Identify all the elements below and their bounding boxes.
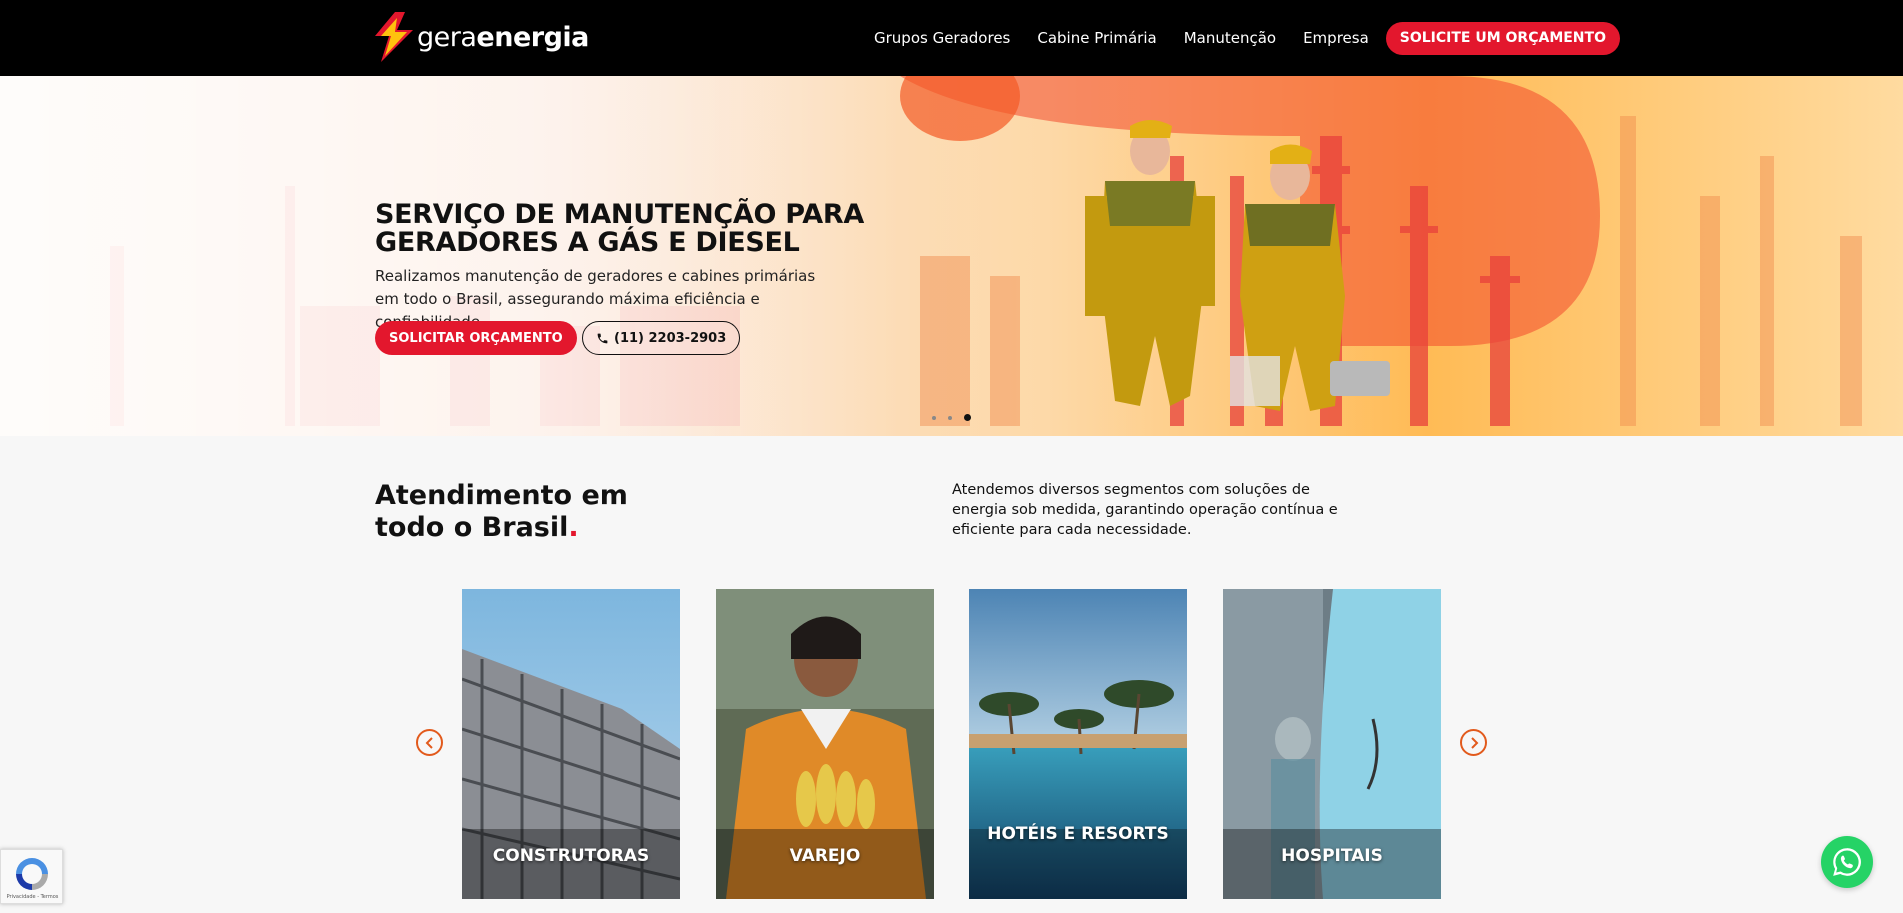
main-nav: Grupos Geradores Cabine Primária Manuten… bbox=[874, 0, 1620, 76]
whatsapp-icon bbox=[1833, 848, 1861, 876]
phone-number: (11) 2203-2903 bbox=[614, 330, 727, 346]
segment-card-hospitais[interactable]: HOSPITAIS bbox=[1223, 589, 1441, 899]
phone-button[interactable]: (11) 2203-2903 bbox=[582, 321, 741, 355]
carousel-prev-button[interactable] bbox=[416, 729, 443, 756]
whatsapp-button[interactable] bbox=[1821, 836, 1873, 888]
recaptcha-text[interactable]: Privacidade - Termos bbox=[1, 894, 64, 900]
nav-item-manutencao[interactable]: Manutenção bbox=[1184, 29, 1276, 47]
section-title-line1: Atendimento em bbox=[375, 480, 628, 511]
chevron-right-icon bbox=[1470, 736, 1478, 749]
resort-image bbox=[969, 589, 1187, 899]
phone-icon bbox=[597, 333, 608, 343]
nav-item-empresa[interactable]: Empresa bbox=[1303, 29, 1369, 47]
section-title: Atendimento em todo o Brasil. bbox=[375, 480, 628, 544]
hero-slider: SERVIÇO DE MANUTENÇÃO PARA GERADORES A G… bbox=[0, 76, 1903, 436]
segment-card-construtoras[interactable]: CONSTRUTORAS bbox=[462, 589, 680, 899]
logo-text: geraenergia bbox=[417, 22, 589, 53]
card-label: HOSPITAIS bbox=[1281, 846, 1383, 866]
slider-dot-1[interactable] bbox=[932, 415, 936, 420]
logo-text-bold: energia bbox=[476, 21, 589, 53]
segment-card-hoteis-resorts[interactable]: HOTÉIS E RESORTS bbox=[969, 589, 1187, 899]
lightning-bolt-icon bbox=[375, 12, 413, 62]
card-label: CONSTRUTORAS bbox=[492, 846, 650, 866]
section-description: Atendemos diversos segmentos com soluçõe… bbox=[952, 482, 1338, 538]
recaptcha-icon bbox=[16, 858, 48, 890]
quote-request-button[interactable]: SOLICITE UM ORÇAMENTO bbox=[1385, 21, 1620, 55]
recaptcha-badge[interactable]: Privacidade - Termos bbox=[0, 849, 63, 904]
request-quote-button[interactable]: SOLICITAR ORÇAMENTO bbox=[375, 321, 577, 355]
card-label: VAREJO bbox=[789, 846, 861, 866]
logo-text-light: gera bbox=[417, 21, 477, 53]
carousel-next-button[interactable] bbox=[1460, 729, 1487, 756]
slider-dots bbox=[932, 414, 983, 421]
card-label: HOTÉIS E RESORTS bbox=[987, 824, 1169, 844]
slider-dot-3[interactable] bbox=[964, 414, 971, 421]
chevron-left-icon bbox=[425, 736, 433, 749]
section-title-line2: todo o Brasil bbox=[375, 512, 569, 543]
logo[interactable]: geraenergia bbox=[375, 12, 589, 62]
section-title-dot: . bbox=[568, 512, 579, 543]
slider-dot-2[interactable] bbox=[948, 415, 952, 420]
hero-title: SERVIÇO DE MANUTENÇÃO PARA GERADORES A G… bbox=[375, 199, 864, 258]
nav-item-grupos-geradores[interactable]: Grupos Geradores bbox=[874, 29, 1010, 47]
site-header: geraenergia Grupos Geradores Cabine Prim… bbox=[0, 0, 1903, 76]
nav-item-cabine-primaria[interactable]: Cabine Primária bbox=[1037, 29, 1156, 47]
segment-card-varejo[interactable]: VAREJO bbox=[716, 589, 934, 899]
